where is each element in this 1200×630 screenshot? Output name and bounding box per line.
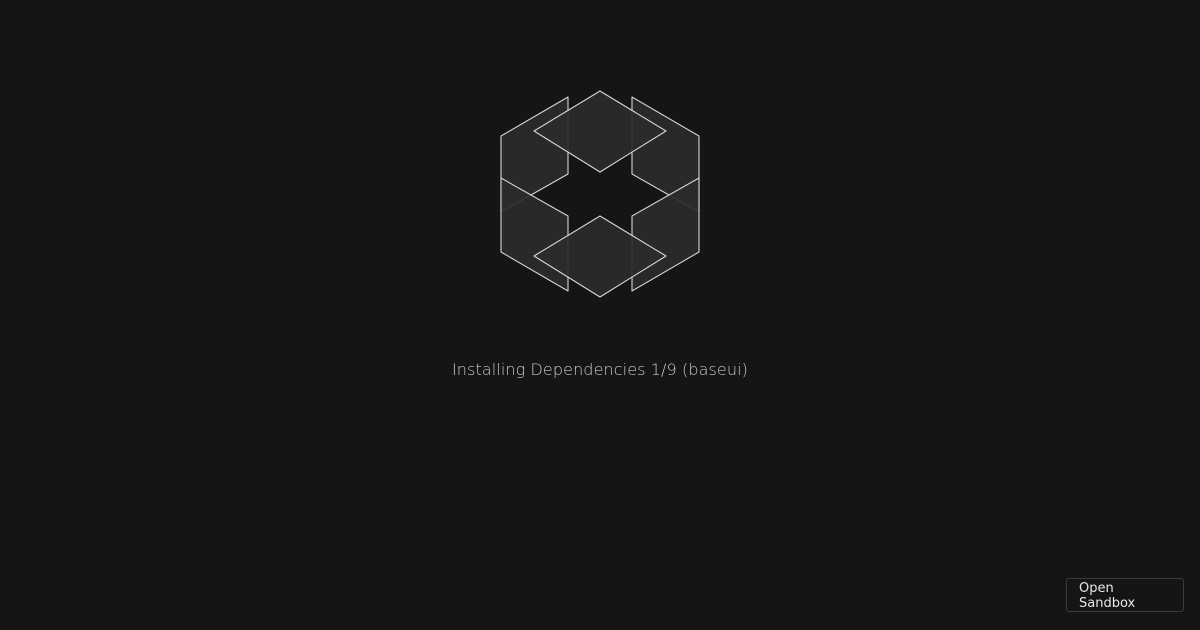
- logo-facet-left-bottom: [500, 177, 569, 292]
- open-sandbox-label: Open Sandbox: [1079, 581, 1136, 611]
- loading-screen: Installing Dependencies 1/9 (baseui) Ope…: [0, 0, 1200, 630]
- logo-facet-right-bottom: [631, 177, 700, 292]
- open-sandbox-button[interactable]: Open Sandbox: [1066, 578, 1184, 612]
- logo-svg: [500, 90, 700, 298]
- codesandbox-cube-icon: [500, 90, 700, 298]
- install-status-text: Installing Dependencies 1/9 (baseui): [451, 360, 749, 379]
